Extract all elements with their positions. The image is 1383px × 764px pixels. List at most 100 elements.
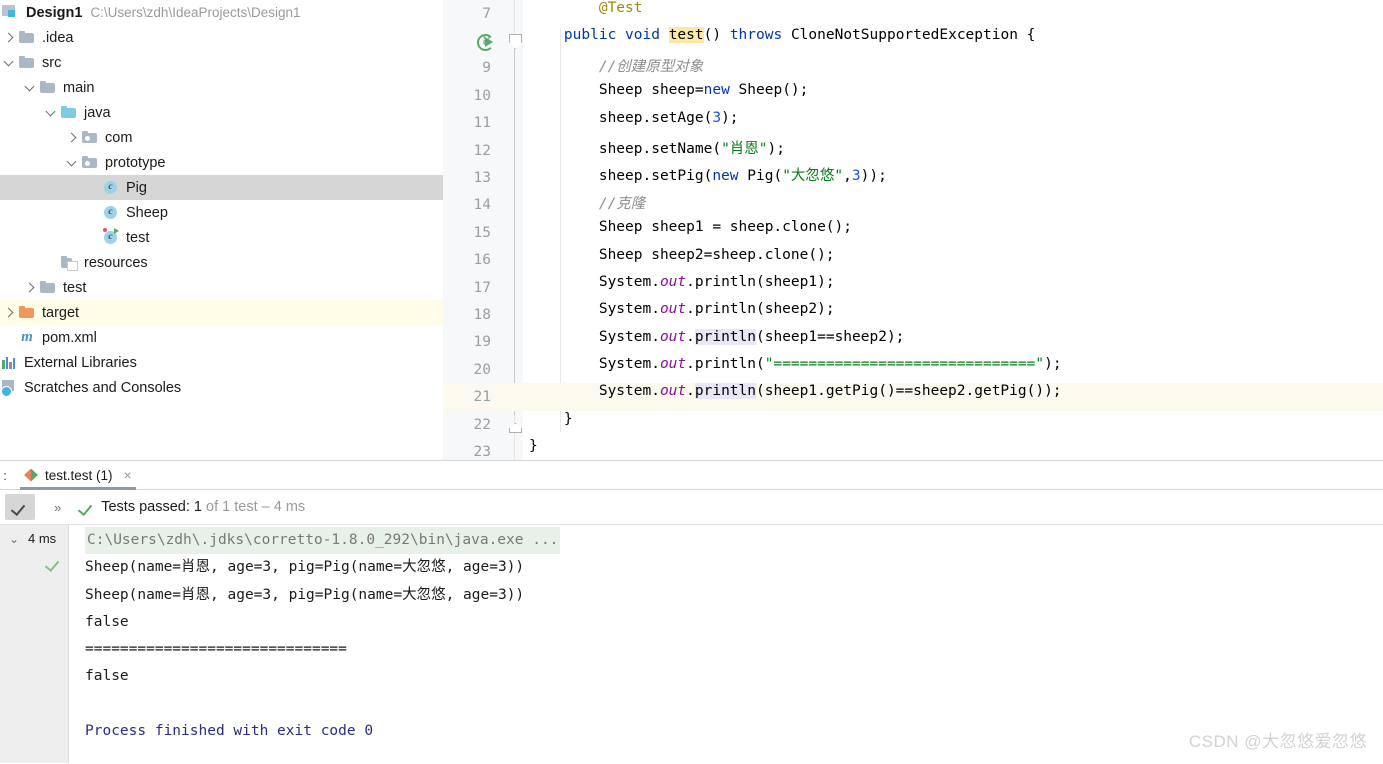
code-token: (sheep1.getPig()==sheep2.getPig());: [756, 383, 1062, 399]
code-token: 3: [852, 168, 861, 184]
tree-item-com[interactable]: com: [0, 125, 443, 150]
tests-passed-prefix: Tests passed:: [101, 499, 194, 515]
code-token: .: [686, 329, 695, 345]
code-line[interactable]: 12 sheep.setName("肖恩");: [443, 137, 1383, 164]
chevron-down-icon[interactable]: [44, 100, 60, 125]
tests-passed-status: Tests passed: 1 of 1 test – 4 ms: [101, 499, 305, 515]
code-token: );: [721, 110, 738, 126]
tree-item-target[interactable]: target: [0, 300, 443, 325]
console-line: Sheep(name=肖恩, age=3, pig=Pig(name=大忽悠, …: [69, 582, 1383, 609]
tree-item--idea[interactable]: .idea: [0, 25, 443, 50]
tree-item-test[interactable]: test: [0, 275, 443, 300]
code-text: public void test() throws CloneNotSuppor…: [529, 27, 1035, 43]
run-test-gutter-icon[interactable]: [477, 33, 494, 50]
code-line[interactable]: 19 System.out.println(sheep1==sheep2);: [443, 329, 1383, 356]
tree-item-scratches-and-consoles[interactable]: Scratches and Consoles: [0, 375, 443, 400]
code-token: Pig(: [739, 168, 783, 184]
code-line[interactable]: 8 public void test() throws CloneNotSupp…: [443, 27, 1383, 54]
code-line[interactable]: 9 //创建原型对象: [443, 55, 1383, 82]
code-token: Sheep sheep=: [529, 82, 704, 98]
code-token: System.: [529, 356, 660, 372]
console-line-text: false: [85, 614, 129, 630]
tree-row-project-root[interactable]: Design1 C:\Users\zdh\IdeaProjects\Design…: [0, 0, 443, 25]
console-line-text: Sheep(name=肖恩, age=3, pig=Pig(name=大忽悠, …: [85, 559, 524, 575]
chevron-right-icon[interactable]: [2, 300, 18, 325]
code-token: [529, 196, 599, 212]
tree-item-sheep[interactable]: cSheep: [0, 200, 443, 225]
show-passed-toggle-button[interactable]: [5, 494, 35, 520]
line-number: 22: [443, 417, 491, 433]
code-text: System.out.println(sheep1);: [529, 274, 835, 290]
run-configuration-tab[interactable]: test.test (1) ×: [10, 461, 140, 490]
code-line[interactable]: 20 System.out.println("=================…: [443, 356, 1383, 383]
code-line[interactable]: 17 System.out.println(sheep1);: [443, 274, 1383, 301]
code-token: "大忽悠": [782, 168, 843, 184]
code-line[interactable]: 18 System.out.println(sheep2);: [443, 301, 1383, 328]
fold-region-collapse-icon[interactable]: [509, 34, 521, 48]
tree-item-main[interactable]: main: [0, 75, 443, 100]
code-token: .println(: [686, 356, 765, 372]
code-line[interactable]: 13 sheep.setPig(new Pig("大忽悠",3));: [443, 164, 1383, 191]
chevron-right-icon[interactable]: [65, 125, 81, 150]
expand-all-chevrons-icon[interactable]: »: [54, 500, 60, 515]
code-token: void: [625, 27, 660, 43]
console-line-text: C:\Users\zdh\.jdks\corretto-1.8.0_292\bi…: [85, 527, 560, 554]
tree-item-test[interactable]: ctest: [0, 225, 443, 250]
code-line[interactable]: 10 Sheep sheep=new Sheep();: [443, 82, 1383, 109]
chevron-down-icon[interactable]: [2, 50, 18, 75]
project-name: Design1: [24, 5, 82, 21]
tree-item-pom-xml[interactable]: mpom.xml: [0, 325, 443, 350]
java-class-icon: c: [102, 175, 120, 200]
code-line[interactable]: 14 //克隆: [443, 192, 1383, 219]
code-line[interactable]: 23}: [443, 438, 1383, 460]
console-line-text: ==============================: [85, 641, 347, 657]
code-token: println: [695, 383, 756, 399]
tree-spacer: [2, 325, 18, 350]
code-line[interactable]: 15 Sheep sheep1 = sheep.clone();: [443, 219, 1383, 246]
fold-region-end-icon[interactable]: [509, 419, 521, 431]
tree-item-label: Pig: [124, 180, 147, 196]
idea-window: Design1 C:\Users\zdh\IdeaProjects\Design…: [0, 0, 1383, 764]
line-number: 19: [443, 334, 491, 350]
code-line[interactable]: 21 System.out.println(sheep1.getPig()==s…: [443, 383, 1383, 410]
code-text: Sheep sheep1 = sheep.clone();: [529, 219, 852, 235]
code-text: //创建原型对象: [529, 55, 703, 76]
line-number: 14: [443, 197, 491, 213]
tree-item-label: com: [103, 130, 132, 146]
close-icon[interactable]: ×: [124, 467, 132, 483]
tree-item-label: main: [61, 80, 94, 96]
tree-item-resources[interactable]: resources: [0, 250, 443, 275]
chevron-down-icon[interactable]: [65, 150, 81, 175]
code-token: CloneNotSupportedException {: [782, 27, 1035, 43]
tree-item-label: External Libraries: [22, 355, 137, 371]
tree-item-label: test: [61, 280, 86, 296]
code-token: Sheep();: [730, 82, 809, 98]
chevron-right-icon[interactable]: [2, 25, 18, 50]
chevron-down-icon[interactable]: [23, 75, 39, 100]
tree-item-external-libraries[interactable]: External Libraries: [0, 350, 443, 375]
code-token: new: [704, 82, 730, 98]
test-tree-gutter[interactable]: ⌄ 4 ms: [0, 525, 68, 763]
code-editor[interactable]: 7 @Test8 public void test() throws Clone…: [443, 0, 1383, 460]
tree-item-label: Sheep: [124, 205, 168, 221]
tree-item-java[interactable]: java: [0, 100, 443, 125]
line-number: 23: [443, 444, 491, 460]
console-line-text: false: [85, 668, 129, 684]
console-output[interactable]: C:\Users\zdh\.jdks\corretto-1.8.0_292\bi…: [68, 525, 1383, 763]
tree-item-pig[interactable]: cPig: [0, 175, 443, 200]
excluded-folder-icon: [18, 300, 36, 325]
console-line-text: Process finished with exit code 0: [85, 723, 373, 739]
code-token: [529, 0, 599, 16]
code-token: );: [1044, 356, 1061, 372]
code-line[interactable]: 22 }: [443, 411, 1383, 438]
tree-item-src[interactable]: src: [0, 50, 443, 75]
code-line[interactable]: 7 @Test: [443, 0, 1383, 27]
project-tree-panel[interactable]: Design1 C:\Users\zdh\IdeaProjects\Design…: [0, 0, 443, 460]
chevron-right-icon[interactable]: [23, 275, 39, 300]
code-line[interactable]: 11 sheep.setAge(3);: [443, 110, 1383, 137]
test-duration-row[interactable]: ⌄ 4 ms: [0, 525, 68, 552]
code-token: (): [704, 27, 730, 43]
chevron-down-icon[interactable]: ⌄: [0, 532, 28, 546]
code-line[interactable]: 16 Sheep sheep2=sheep.clone();: [443, 247, 1383, 274]
tree-item-prototype[interactable]: prototype: [0, 150, 443, 175]
